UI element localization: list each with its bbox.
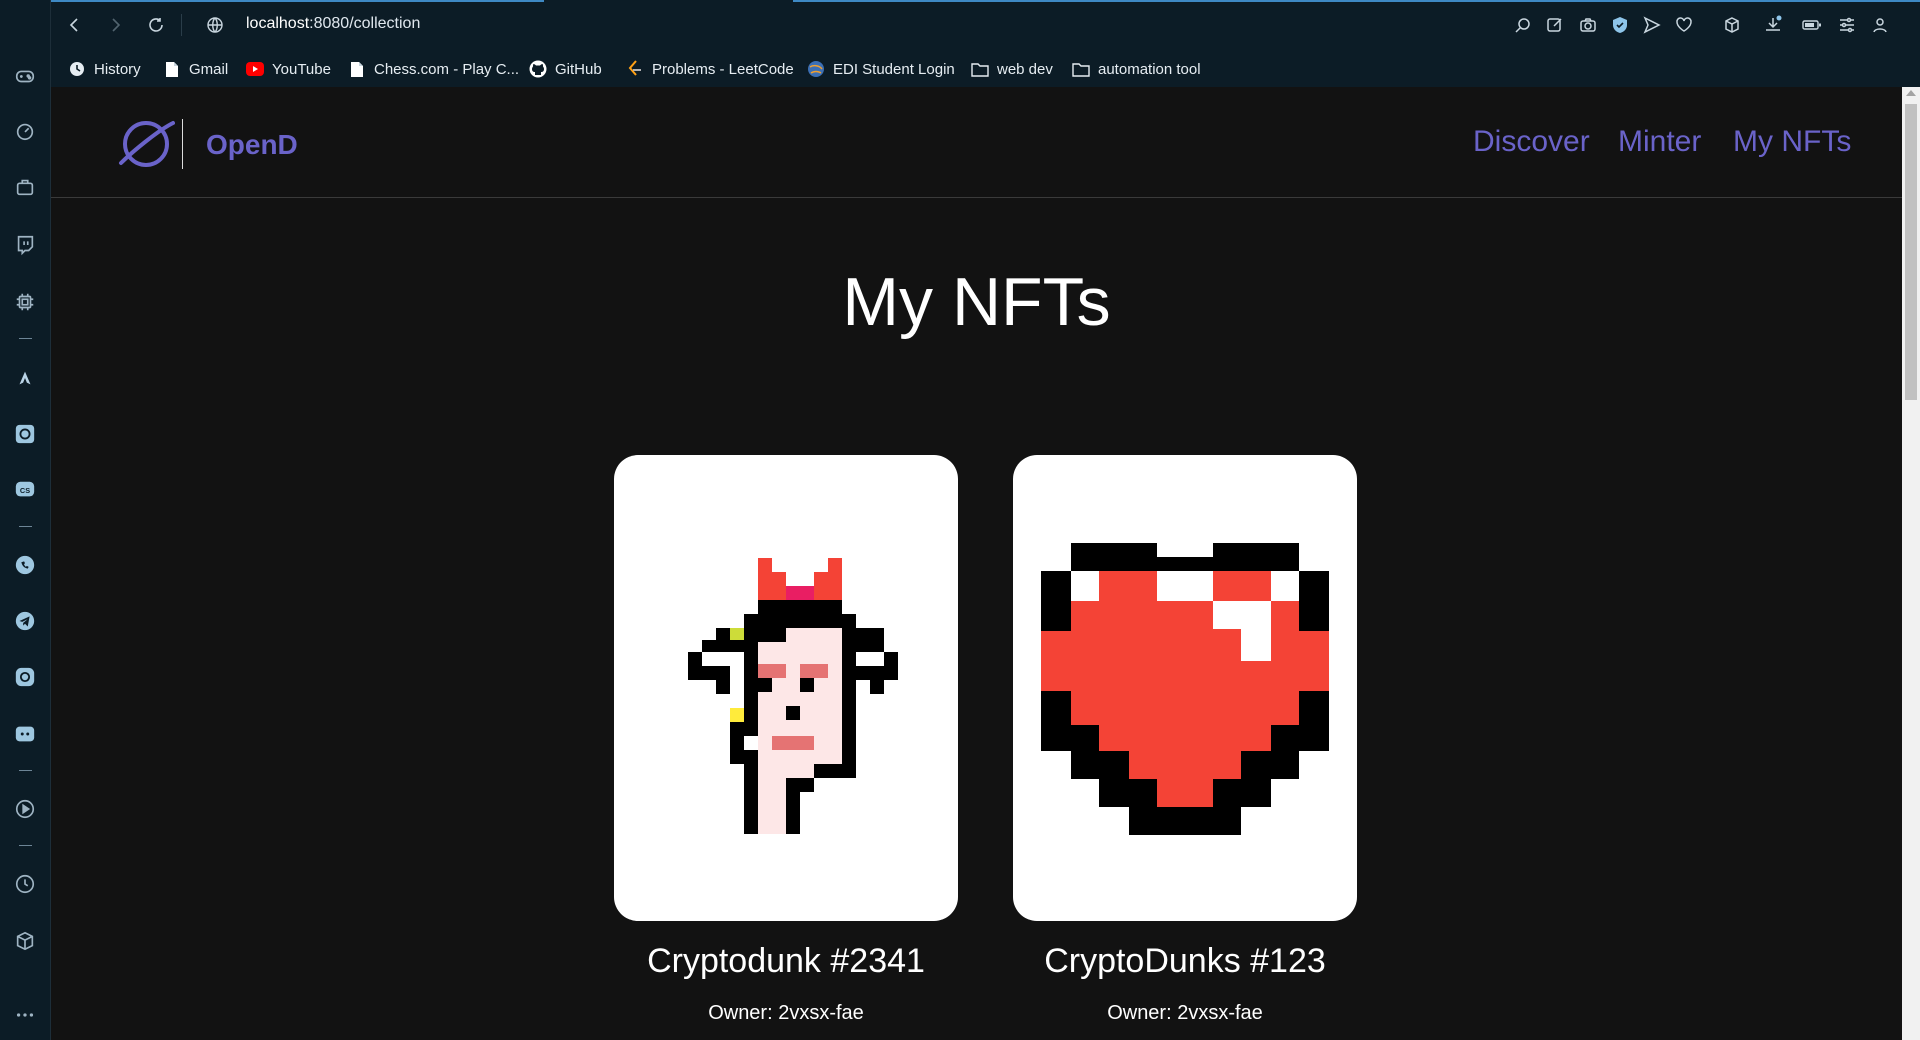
- site-header: OpenD Discover Minter My NFTs: [51, 87, 1902, 198]
- reload-icon[interactable]: [144, 13, 168, 37]
- nft-card-image-cryptodunk[interactable]: [614, 455, 958, 921]
- sidebar-separator: [19, 338, 32, 339]
- tab-indicator: [793, 0, 1920, 2]
- bookmark-edi[interactable]: EDI Student Login: [807, 58, 955, 80]
- more-icon[interactable]: [13, 1003, 37, 1027]
- camera-icon[interactable]: [1577, 14, 1599, 36]
- bag-icon[interactable]: [13, 175, 37, 199]
- toolbar-divider: [181, 14, 182, 36]
- history-icon[interactable]: [13, 872, 37, 896]
- page-title: My NFTs: [842, 264, 1111, 340]
- sidebar-separator: [19, 845, 32, 846]
- edit-icon[interactable]: [1544, 14, 1566, 36]
- forward-icon[interactable]: [103, 13, 127, 37]
- bookmark-label: History: [94, 60, 141, 78]
- site-info-globe-icon[interactable]: [203, 13, 227, 37]
- battery-icon[interactable]: [1801, 14, 1823, 36]
- browser-toolbar: localhost:8080/collection: [51, 0, 1920, 50]
- bookmark-label: EDI Student Login: [833, 60, 955, 78]
- shield-icon[interactable]: [1609, 14, 1631, 36]
- telegram-icon[interactable]: [13, 609, 37, 633]
- bookmark-web-dev[interactable]: web dev: [971, 58, 1053, 80]
- browser-sidebar: CS: [0, 0, 51, 1040]
- bookmark-label: Problems - LeetCode: [652, 60, 794, 78]
- bookmark-label: GitHub: [555, 60, 602, 78]
- cs-app-icon[interactable]: CS: [13, 478, 37, 502]
- settings-sliders-icon[interactable]: [1836, 14, 1858, 36]
- globe-icon: [807, 60, 825, 78]
- clock-icon: [68, 60, 86, 78]
- nft-owner: Owner: 2vxsx-fae: [1107, 1002, 1263, 1024]
- zoom-icon[interactable]: [1512, 14, 1534, 36]
- chatgpt-icon[interactable]: [13, 422, 37, 446]
- bookmark-label: automation tool: [1098, 60, 1201, 78]
- bookmark-history[interactable]: History: [68, 58, 141, 80]
- discord-icon[interactable]: [13, 722, 37, 746]
- cryptodunk-pixel-art: [688, 558, 898, 834]
- bookmark-label: YouTube: [272, 60, 331, 78]
- page-icon: [163, 60, 181, 78]
- bookmark-chess[interactable]: Chess.com - Play C...: [348, 58, 519, 80]
- bookmark-github[interactable]: GitHub: [529, 58, 602, 80]
- brand-name[interactable]: OpenD: [206, 129, 298, 161]
- nav-minter[interactable]: Minter: [1618, 125, 1701, 159]
- github-icon: [529, 60, 547, 78]
- back-icon[interactable]: [63, 13, 87, 37]
- bookmark-youtube[interactable]: YouTube: [246, 58, 331, 80]
- bookmark-label: Chess.com - Play C...: [374, 60, 520, 78]
- page-viewport: OpenD Discover Minter My NFTs My NFTs Cr…: [51, 87, 1902, 1040]
- svg-text:CS: CS: [20, 486, 30, 495]
- bookmarks-bar: History Gmail YouTube Chess.com - Play C…: [51, 50, 1920, 87]
- page-icon: [348, 60, 366, 78]
- scrollbar-thumb[interactable]: [1905, 104, 1917, 400]
- gamepad-icon[interactable]: [13, 64, 37, 88]
- bookmark-label: Gmail: [189, 60, 229, 78]
- nft-name: Cryptodunk #2341: [647, 942, 925, 980]
- nft-card-image-heart[interactable]: [1013, 455, 1357, 921]
- whatsapp-icon[interactable]: [13, 553, 37, 577]
- extensions-cube-icon[interactable]: [1721, 14, 1743, 36]
- nav-my-nfts[interactable]: My NFTs: [1733, 125, 1851, 159]
- nav-discover[interactable]: Discover: [1473, 125, 1590, 159]
- planet-logo-icon[interactable]: [117, 115, 175, 173]
- address-bar[interactable]: localhost:8080/collection: [246, 15, 420, 33]
- speedometer-icon[interactable]: [13, 119, 37, 143]
- bookmark-gmail[interactable]: Gmail: [163, 58, 228, 80]
- player-icon[interactable]: [13, 797, 37, 821]
- send-icon[interactable]: [1641, 14, 1663, 36]
- youtube-icon: [246, 60, 264, 78]
- tab-indicator: [51, 0, 544, 2]
- bookmark-automation-tool[interactable]: automation tool: [1072, 58, 1201, 80]
- profile-icon[interactable]: [1869, 14, 1891, 36]
- pixel-heart-art: [1041, 543, 1329, 835]
- heart-icon[interactable]: [1673, 14, 1695, 36]
- aria-icon[interactable]: [13, 366, 37, 390]
- cube-icon[interactable]: [13, 929, 37, 953]
- scroll-up-arrow-icon[interactable]: [1906, 90, 1916, 96]
- nft-name: CryptoDunks #123: [1044, 942, 1326, 980]
- bookmark-label: web dev: [997, 60, 1053, 78]
- download-icon[interactable]: [1762, 14, 1784, 36]
- logo-divider: [182, 119, 183, 169]
- twitch-icon[interactable]: [13, 233, 37, 257]
- sidebar-separator: [19, 526, 32, 527]
- folder-icon: [1072, 60, 1090, 78]
- leetcode-icon: [626, 60, 644, 78]
- bookmark-leetcode[interactable]: Problems - LeetCode: [626, 58, 794, 80]
- url-path: :8080/collection: [309, 15, 421, 32]
- cpu-icon[interactable]: [13, 290, 37, 314]
- folder-icon: [971, 60, 989, 78]
- sidebar-separator: [19, 770, 32, 771]
- nft-owner: Owner: 2vxsx-fae: [708, 1002, 864, 1024]
- url-host: localhost: [246, 15, 310, 32]
- instagram-icon[interactable]: [13, 665, 37, 689]
